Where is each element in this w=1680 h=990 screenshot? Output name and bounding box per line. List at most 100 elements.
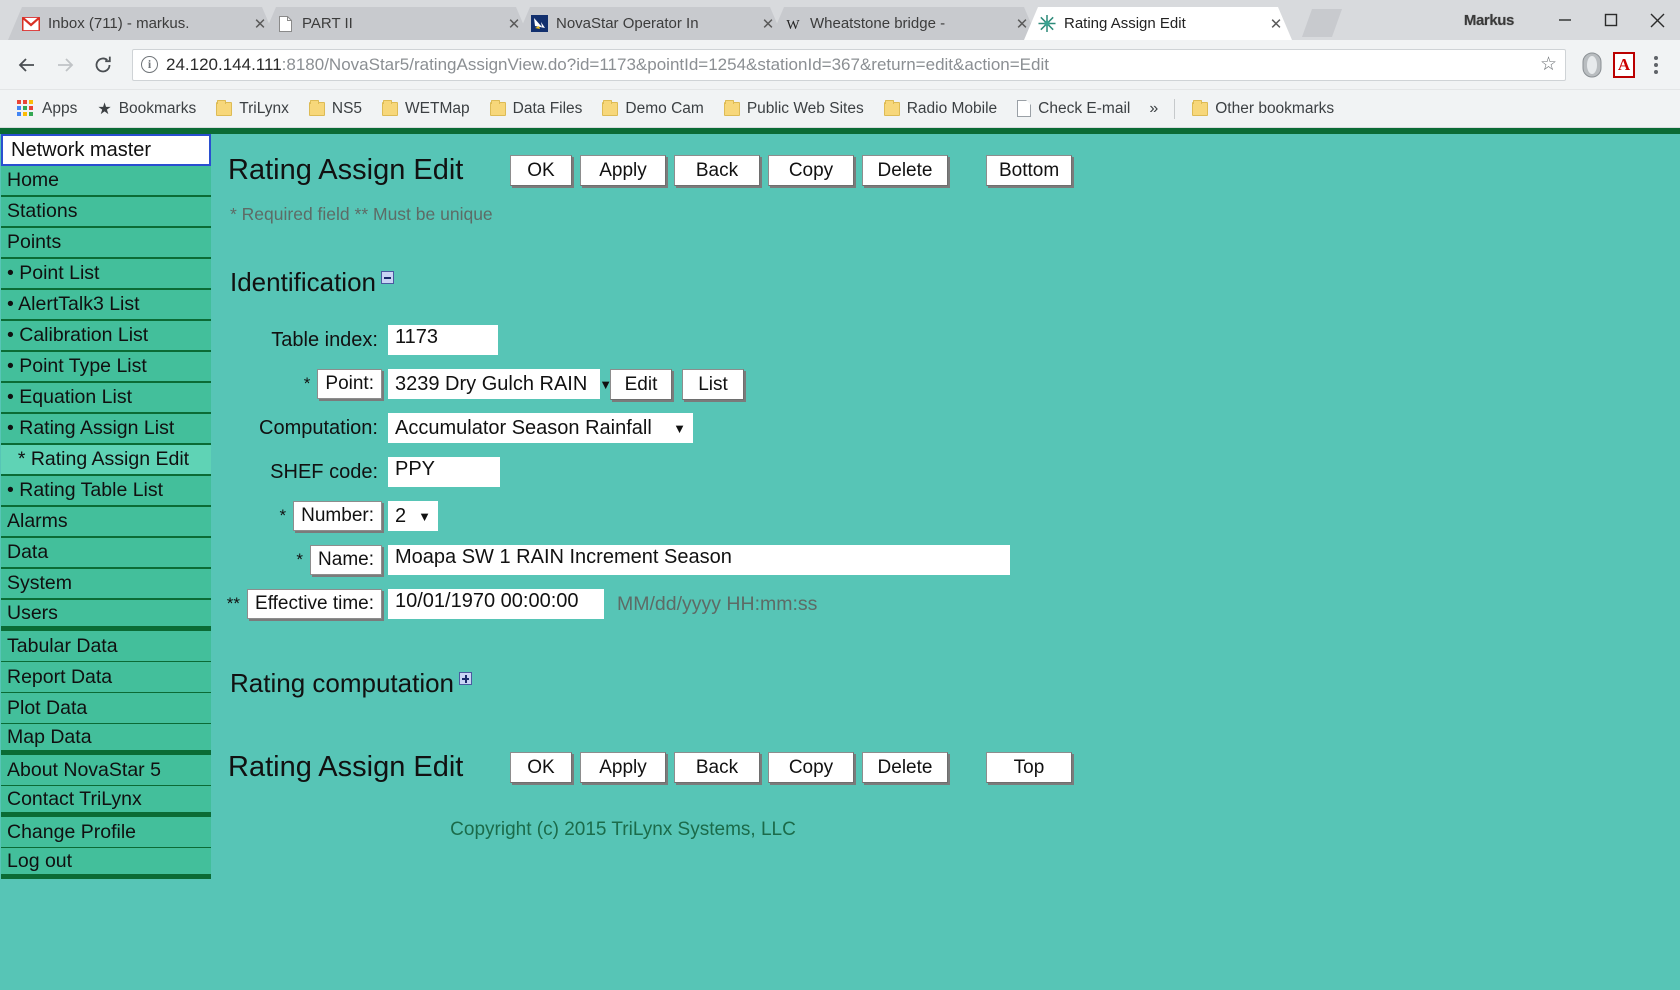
apply-button-top[interactable]: Apply — [580, 155, 666, 186]
gmail-icon — [22, 15, 40, 33]
sidebar-item-rating-table-list[interactable]: • Rating Table List — [1, 476, 211, 507]
minimize-icon[interactable] — [1542, 0, 1588, 40]
bookmark-check-email[interactable]: Check E-mail — [1010, 97, 1137, 121]
number-select[interactable]: 2 ▼ — [388, 501, 438, 531]
sidebar-item-tabular-data[interactable]: Tabular Data — [1, 631, 211, 662]
tab-strip: Inbox (711) - markus. ✕ PART II ✕ N — [0, 0, 1680, 40]
point-list-button[interactable]: List — [682, 369, 744, 400]
sidebar-item-rating-assign-list[interactable]: • Rating Assign List — [1, 414, 211, 445]
field-row-number: * Number: 2 ▼ — [228, 494, 1680, 538]
sidebar-item-change-profile[interactable]: Change Profile — [1, 817, 211, 848]
sidebar-item-rating-assign-edit[interactable]: * Rating Assign Edit — [1, 445, 211, 476]
sidebar-item-system[interactable]: System — [1, 569, 211, 600]
bottom-button-row: OK Apply Back Copy Delete Top — [510, 752, 1072, 783]
folder-icon — [490, 102, 506, 116]
section-identification-header: Identification — [230, 267, 1680, 298]
forward-arrow-icon[interactable] — [48, 48, 82, 82]
reload-icon[interactable] — [86, 48, 120, 82]
profile-selector[interactable]: Network master — [1, 134, 211, 166]
new-tab-button[interactable] — [1302, 9, 1342, 37]
name-input[interactable]: Moapa SW 1 RAIN Increment Season — [388, 545, 1010, 575]
effective-time-input[interactable]: 10/01/1970 00:00:00 — [388, 589, 604, 619]
copy-button-bottom[interactable]: Copy — [768, 752, 854, 783]
sidebar-item-calibration-list[interactable]: • Calibration List — [1, 321, 211, 352]
wikipedia-icon: W — [784, 15, 802, 33]
sidebar-item-home[interactable]: Home — [1, 166, 211, 197]
folder-icon — [216, 102, 232, 116]
back-arrow-icon[interactable] — [10, 48, 44, 82]
apps-grid-icon — [17, 100, 35, 118]
browser-tab-part-ii[interactable]: PART II ✕ — [262, 7, 530, 40]
extension-icon[interactable] — [1578, 51, 1606, 79]
delete-button-top[interactable]: Delete — [862, 155, 948, 186]
sidebar-item-alerttalk3-list[interactable]: • AlertTalk3 List — [1, 290, 211, 321]
adobe-pdf-icon[interactable]: A — [1610, 51, 1638, 79]
effective-time-label-button[interactable]: Effective time: — [247, 589, 382, 619]
bookmark-trilynx[interactable]: TriLynx — [209, 97, 296, 121]
bookmark-label: Bookmarks — [119, 100, 197, 118]
required-double-asterisk: ** — [227, 594, 240, 614]
sidebar-item-about-novastar-5[interactable]: About NovaStar 5 — [1, 755, 211, 786]
maximize-icon[interactable] — [1588, 0, 1634, 40]
close-icon[interactable] — [1634, 0, 1680, 40]
sidebar-item-point-list[interactable]: • Point List — [1, 259, 211, 290]
back-button-top[interactable]: Back — [674, 155, 760, 186]
bookmark-apps[interactable]: Apps — [10, 97, 84, 121]
sidebar-item-plot-data[interactable]: Plot Data — [1, 693, 211, 724]
close-icon[interactable]: ✕ — [1266, 14, 1286, 34]
top-button-row: OK Apply Back Copy Delete Bottom — [510, 155, 1072, 186]
bookmark-demo-cam[interactable]: Demo Cam — [595, 97, 710, 121]
bookmark-data-files[interactable]: Data Files — [483, 97, 590, 121]
expand-rating-computation-icon[interactable] — [459, 672, 472, 685]
folder-icon — [309, 102, 325, 116]
ok-button-top[interactable]: OK — [510, 155, 572, 186]
bookmark-wetmap[interactable]: WETMap — [375, 97, 477, 121]
bookmark-ns5[interactable]: NS5 — [302, 97, 369, 121]
sidebar-item-equation-list[interactable]: • Equation List — [1, 383, 211, 414]
address-bar[interactable]: i 24.120.144.111:8180/NovaStar5/ratingAs… — [132, 49, 1566, 81]
point-edit-button[interactable]: Edit — [610, 369, 672, 400]
sidebar-item-points[interactable]: Points — [1, 228, 211, 259]
ok-button-bottom[interactable]: OK — [510, 752, 572, 783]
shef-code-input[interactable]: PPY — [388, 457, 500, 487]
point-label-button[interactable]: Point: — [317, 369, 382, 399]
computation-select-value: Accumulator Season Rainfall — [395, 417, 652, 440]
bottom-button[interactable]: Bottom — [986, 155, 1072, 186]
copy-button-top[interactable]: Copy — [768, 155, 854, 186]
collapse-identification-icon[interactable] — [381, 271, 394, 284]
info-circle-icon[interactable]: i — [141, 56, 158, 73]
three-dots-menu-icon[interactable] — [1642, 50, 1670, 80]
bookmark-radio-mobile[interactable]: Radio Mobile — [877, 97, 1004, 121]
sidebar-item-map-data[interactable]: Map Data — [1, 724, 211, 755]
shef-code-label: SHEF code: — [228, 461, 388, 484]
point-select[interactable]: 3239 Dry Gulch RAIN ▼ — [388, 369, 600, 399]
browser-tab-wheatstone-bridge[interactable]: W Wheatstone bridge - ✕ — [770, 7, 1038, 40]
bookmark-bookmarks[interactable]: ★ Bookmarks — [90, 96, 203, 122]
sidebar-item-report-data[interactable]: Report Data — [1, 662, 211, 693]
star-icon[interactable]: ☆ — [1540, 53, 1557, 76]
sidebar-item-stations[interactable]: Stations — [1, 197, 211, 228]
bookmark-public-web-sites[interactable]: Public Web Sites — [717, 97, 871, 121]
browser-tab-novastar-operator[interactable]: NovaStar Operator In ✕ — [516, 7, 784, 40]
sidebar-item-contact-trilynx[interactable]: Contact TriLynx — [1, 786, 211, 817]
top-button[interactable]: Top — [986, 752, 1072, 783]
chevron-down-icon: ▼ — [673, 421, 686, 436]
computation-select[interactable]: Accumulator Season Rainfall ▼ — [388, 413, 693, 443]
bookmarks-overflow-button[interactable]: » — [1143, 100, 1164, 118]
bookmark-other-bookmarks[interactable]: Other bookmarks — [1185, 97, 1341, 121]
apply-button-bottom[interactable]: Apply — [580, 752, 666, 783]
number-label-button[interactable]: Number: — [293, 501, 382, 531]
sidebar-item-point-type-list[interactable]: • Point Type List — [1, 352, 211, 383]
table-index-input[interactable]: 1173 — [388, 325, 498, 355]
browser-tab-rating-assign-edit[interactable]: Rating Assign Edit ✕ — [1024, 7, 1292, 40]
bookmark-label: Other bookmarks — [1215, 100, 1334, 118]
sidebar-item-alarms[interactable]: Alarms — [1, 507, 211, 538]
sidebar-item-log-out[interactable]: Log out — [1, 848, 211, 879]
name-label-button[interactable]: Name: — [310, 545, 382, 575]
user-profile-name[interactable]: Markus — [1464, 12, 1514, 29]
back-button-bottom[interactable]: Back — [674, 752, 760, 783]
delete-button-bottom[interactable]: Delete — [862, 752, 948, 783]
sidebar-item-data[interactable]: Data — [1, 538, 211, 569]
browser-tab-inbox[interactable]: Inbox (711) - markus. ✕ — [8, 7, 276, 40]
sidebar-item-users[interactable]: Users — [1, 600, 211, 631]
